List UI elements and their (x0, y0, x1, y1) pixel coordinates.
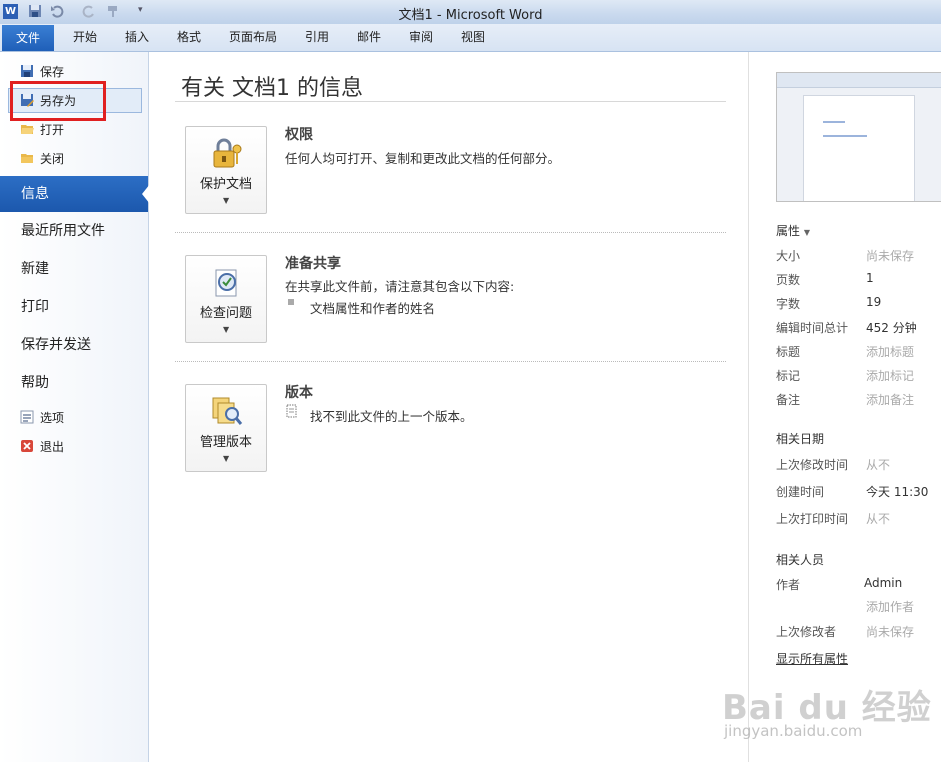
nav-new[interactable]: 新建 (0, 251, 148, 287)
prop-words-label: 字数 (776, 297, 801, 311)
nav-options-label: 选项 (40, 411, 65, 425)
nav-save[interactable]: 保存 (20, 61, 64, 83)
versions-text: 找不到此文件的上一个版本。 (310, 409, 473, 424)
date-printed-value: 从不 (866, 512, 891, 526)
title-bar: W ▾ 文档1 - Microsoft Word (0, 0, 941, 24)
document-version-icon (286, 404, 297, 418)
nav-help[interactable]: 帮助 (0, 365, 148, 401)
annotation-highlight-box (10, 81, 106, 121)
lock-keys-icon (213, 138, 242, 168)
versions-icon (212, 397, 243, 425)
check-for-issues-button[interactable]: 检查问题 ▼ (185, 255, 267, 343)
nav-open-label: 打开 (40, 123, 65, 137)
dropdown-arrow-icon: ▼ (223, 325, 230, 334)
section-divider (175, 232, 726, 233)
ribbon-tab-bar: 开始 插入 格式 页面布局 引用 邮件 审阅 视图 (0, 24, 941, 52)
properties-header[interactable]: 属性 ▼ (776, 222, 810, 239)
prop-size-value: 尚未保存 (866, 249, 915, 263)
section-divider (175, 361, 726, 362)
nav-exit[interactable]: 退出 (20, 436, 64, 458)
tab-view[interactable]: 视图 (450, 24, 496, 51)
prop-title-input[interactable]: 添加标题 (866, 343, 914, 360)
prop-edit-time-label: 编辑时间总计 (776, 321, 849, 335)
manage-versions-label: 管理版本 (199, 435, 252, 450)
last-modified-by-value: 尚未保存 (866, 625, 915, 639)
selected-pointer (142, 184, 150, 204)
check-for-issues-label: 检查问题 (199, 306, 252, 321)
permissions-text: 任何人均可打开、复制和更改此文档的任何部分。 (285, 151, 561, 166)
dropdown-arrow-icon: ▼ (223, 196, 230, 205)
nav-close[interactable]: 关闭 (20, 148, 64, 170)
baidu-watermark-url: jingyan.baidu.com (724, 722, 863, 740)
prepare-sharing-heading: 准备共享 (285, 256, 341, 272)
prop-comments-label: 备注 (776, 393, 801, 407)
nav-open[interactable]: 打开 (20, 119, 64, 141)
nav-options[interactable]: 选项 (20, 407, 64, 429)
prepare-sharing-text: 在共享此文件前，请注意其包含以下内容: (285, 279, 515, 294)
prop-size-label: 大小 (776, 249, 801, 263)
options-icon (20, 410, 34, 424)
prop-tags-input[interactable]: 添加标记 (866, 367, 914, 384)
open-folder-icon (21, 125, 34, 134)
date-created-label: 创建时间 (776, 485, 825, 499)
tab-insert[interactable]: 插入 (114, 24, 160, 51)
nav-info[interactable]: 信息 (0, 176, 148, 212)
document-preview-thumbnail[interactable] (776, 72, 941, 202)
show-all-properties-link[interactable]: 显示所有属性 (776, 650, 848, 667)
tab-references[interactable]: 引用 (294, 24, 340, 51)
bullet-square-icon (288, 299, 294, 305)
tab-format[interactable]: 格式 (166, 24, 212, 51)
prop-pages-label: 页数 (776, 273, 801, 287)
nav-recent[interactable]: 最近所用文件 (0, 213, 148, 249)
exit-icon (21, 440, 33, 452)
nav-exit-label: 退出 (40, 440, 65, 454)
date-printed-label: 上次打印时间 (776, 512, 849, 526)
prop-tags-label: 标记 (776, 369, 801, 383)
title-divider (175, 101, 726, 102)
nav-save-label: 保存 (40, 65, 65, 79)
add-author-input[interactable]: 添加作者 (866, 598, 914, 615)
dropdown-arrow-icon: ▼ (223, 454, 230, 463)
tab-home[interactable]: 开始 (62, 24, 108, 51)
prepare-sharing-bullet: 文档属性和作者的姓名 (310, 301, 436, 316)
window-title: 文档1 - Microsoft Word (398, 8, 543, 23)
related-dates-header: 相关日期 (776, 432, 825, 446)
related-people-header: 相关人员 (776, 553, 825, 567)
properties-header-label: 属性 (776, 224, 801, 238)
prop-comments-input[interactable]: 添加备注 (866, 391, 914, 408)
permissions-heading: 权限 (285, 127, 313, 143)
prop-words-value: 19 (866, 295, 882, 309)
manage-versions-button[interactable]: 管理版本 ▼ (185, 384, 267, 472)
nav-close-label: 关闭 (40, 152, 65, 166)
date-modified-label: 上次修改时间 (776, 458, 849, 472)
tab-page-layout[interactable]: 页面布局 (222, 24, 284, 51)
protect-document-label: 保护文档 (199, 177, 252, 192)
nav-print[interactable]: 打印 (0, 289, 148, 325)
last-modified-by-label: 上次修改者 (776, 625, 837, 639)
versions-heading: 版本 (285, 385, 313, 401)
prop-edit-time-value: 452 分钟 (866, 321, 917, 335)
date-created-value: 今天 11:30 (866, 485, 929, 499)
date-modified-value: 从不 (866, 458, 891, 472)
chevron-down-icon: ▼ (803, 228, 810, 237)
save-icon (21, 65, 33, 77)
page-title: 有关 文档1 的信息 (181, 76, 363, 101)
prop-title-label: 标题 (776, 345, 801, 359)
tab-review[interactable]: 审阅 (398, 24, 444, 51)
nav-save-send[interactable]: 保存并发送 (0, 327, 148, 363)
close-folder-icon (21, 154, 33, 163)
author-value[interactable]: Admin (864, 576, 902, 590)
author-label: 作者 (776, 578, 801, 592)
tab-file[interactable]: 文件 (2, 25, 54, 51)
protect-document-button[interactable]: 保护文档 ▼ (185, 126, 267, 214)
inspect-document-icon (215, 269, 237, 297)
prop-pages-value: 1 (866, 271, 874, 285)
tab-mailings[interactable]: 邮件 (346, 24, 392, 51)
